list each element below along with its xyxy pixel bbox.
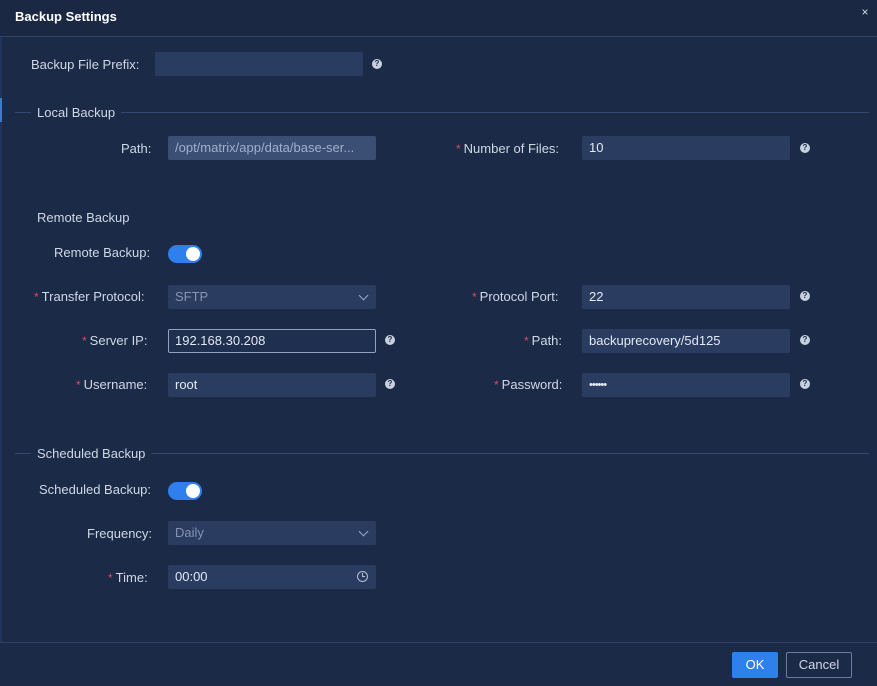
local-backup-title: Local Backup: [31, 105, 122, 120]
remote-backup-title: Remote Backup: [37, 210, 130, 225]
time-value: 00:00: [175, 569, 208, 584]
required-mark: *: [472, 290, 477, 304]
scheduled-backup-title: Scheduled Backup: [31, 446, 152, 461]
dialog-titlebar: Backup Settings ×: [0, 0, 877, 37]
server-ip-label: * Server IP:: [82, 333, 147, 348]
transfer-protocol-value: SFTP: [175, 289, 209, 304]
remote-path-text: Path:: [531, 333, 563, 348]
password-text: Password:: [501, 377, 563, 392]
required-mark: *: [494, 378, 499, 392]
local-path-input: /opt/matrix/app/data/base-ser...: [168, 136, 376, 160]
required-mark: *: [108, 571, 113, 585]
toggle-knob: [186, 484, 200, 498]
prefix-input[interactable]: [155, 52, 363, 76]
password-input[interactable]: ••••••: [582, 373, 790, 397]
ok-button[interactable]: OK: [732, 652, 778, 678]
protocol-port-label: * Protocol Port:: [472, 289, 558, 304]
username-label: * Username:: [76, 377, 147, 392]
scheduled-backup-toggle-label: Scheduled Backup:: [39, 482, 152, 497]
required-mark: *: [34, 290, 39, 304]
time-label: * Time:: [108, 570, 148, 585]
required-mark: *: [456, 142, 461, 156]
server-ip-input[interactable]: 192.168.30.208: [168, 329, 376, 353]
protocol-port-input[interactable]: 22: [582, 285, 790, 309]
cancel-button[interactable]: Cancel: [786, 652, 852, 678]
footer-divider: [0, 642, 877, 643]
remote-path-help-icon[interactable]: ?: [800, 335, 810, 345]
transfer-protocol-select[interactable]: SFTP: [168, 285, 376, 309]
server-ip-help-icon[interactable]: ?: [385, 335, 395, 345]
password-help-icon[interactable]: ?: [800, 379, 810, 389]
time-text: Time:: [115, 570, 148, 585]
required-mark: *: [76, 378, 81, 392]
files-help-icon[interactable]: ?: [800, 143, 810, 153]
transfer-protocol-label: * Transfer Protocol:: [34, 289, 145, 304]
protocol-port-text: Protocol Port:: [479, 289, 559, 304]
prefix-label: Backup File Prefix:: [31, 57, 140, 72]
backup-settings-dialog: Backup Settings × Backup File Prefix: ? …: [0, 0, 877, 686]
username-input[interactable]: root: [168, 373, 376, 397]
left-active-marker: [0, 98, 2, 122]
required-mark: *: [82, 334, 87, 348]
password-label: * Password:: [494, 377, 562, 392]
required-mark: *: [524, 334, 529, 348]
chevron-down-icon: [358, 290, 369, 301]
remote-path-input[interactable]: backuprecovery/5d125: [582, 329, 790, 353]
prefix-help-icon[interactable]: ?: [372, 59, 382, 69]
chevron-down-icon: [358, 526, 369, 537]
close-icon[interactable]: ×: [859, 6, 871, 18]
server-ip-text: Server IP:: [89, 333, 148, 348]
port-help-icon[interactable]: ?: [800, 291, 810, 301]
remote-backup-toggle-label: Remote Backup:: [54, 245, 151, 260]
scheduled-backup-toggle[interactable]: [168, 482, 202, 500]
frequency-label: Frequency:: [87, 526, 153, 541]
frequency-select[interactable]: Daily: [168, 521, 376, 545]
time-picker[interactable]: 00:00: [168, 565, 376, 589]
username-help-icon[interactable]: ?: [385, 379, 395, 389]
left-edge-strip: [0, 37, 2, 643]
number-of-files-label: * Number of Files:: [456, 141, 559, 156]
frequency-value: Daily: [175, 525, 204, 540]
remote-backup-toggle[interactable]: [168, 245, 202, 263]
number-of-files-input[interactable]: 10: [582, 136, 790, 160]
transfer-protocol-text: Transfer Protocol:: [41, 289, 145, 304]
local-path-label: Path:: [121, 141, 152, 156]
clock-icon[interactable]: [357, 571, 368, 582]
remote-path-label: * Path:: [524, 333, 562, 348]
dialog-title: Backup Settings: [15, 9, 117, 24]
number-of-files-text: Number of Files:: [463, 141, 560, 156]
username-text: Username:: [83, 377, 148, 392]
local-backup-divider: [15, 112, 869, 113]
toggle-knob: [186, 247, 200, 261]
